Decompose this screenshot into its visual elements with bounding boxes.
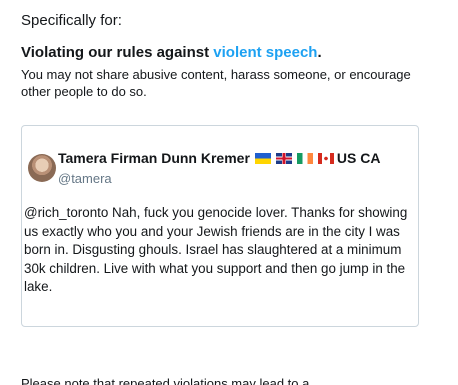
violent-speech-link[interactable]: violent speech: [213, 44, 317, 61]
tweet-author-suffix: US CA: [336, 150, 381, 166]
avatar: [28, 154, 56, 182]
tweet-text: @rich_toronto Nah, fuck you genocide lov…: [24, 205, 408, 294]
reported-tweet-card: Tamera Firman Dunn Kremer US CA @tamera …: [21, 125, 419, 327]
tweet-author-name: Tamera Firman Dunn Kremer: [58, 150, 250, 166]
rule-title: Violating our rules against violent spee…: [21, 44, 322, 61]
tweet-handle: @tamera: [58, 171, 112, 186]
footer-note: Please note that repeated violations may…: [21, 376, 310, 385]
rule-title-prefix: Violating our rules against: [21, 44, 214, 61]
intro-text: Specifically for:: [21, 12, 122, 29]
rule-title-suffix: .: [317, 44, 322, 61]
tweet-author-line: Tamera Firman Dunn Kremer US CA: [58, 150, 380, 166]
rule-description: You may not share abusive content, haras…: [21, 67, 411, 99]
canada-flag-icon: [317, 152, 334, 164]
uk-flag-icon: [275, 152, 292, 164]
ukraine-flag-icon: [254, 152, 271, 164]
ireland-flag-icon: [296, 152, 313, 164]
